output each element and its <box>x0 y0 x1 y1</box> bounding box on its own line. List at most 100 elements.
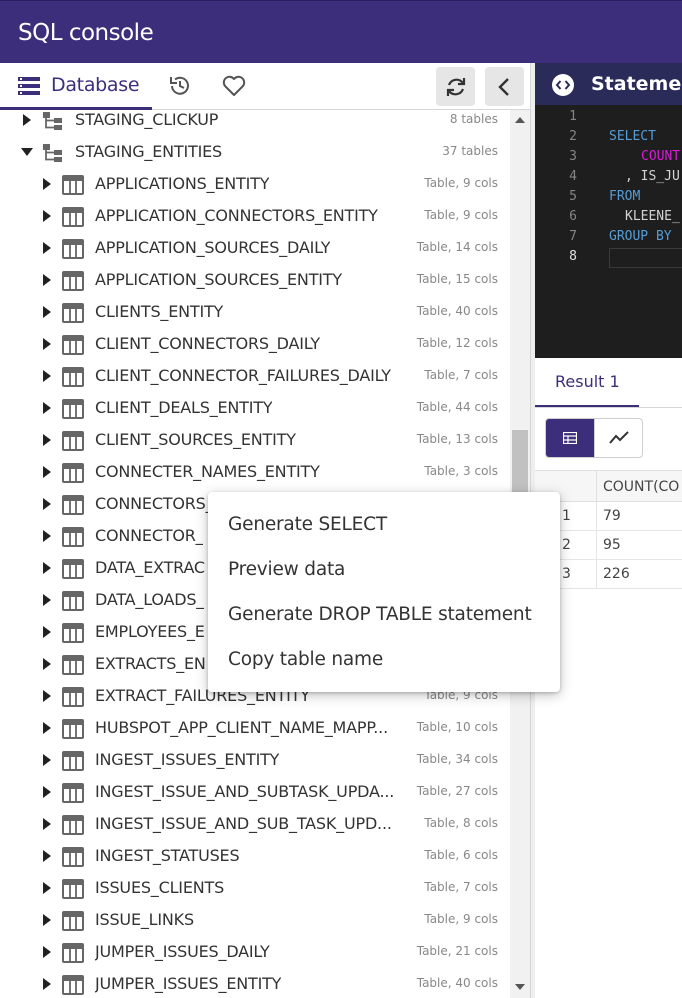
tab-database[interactable]: Database <box>0 63 152 110</box>
tree-item-name: JUMPER_ISSUES_DAILY <box>95 942 270 961</box>
table-icon <box>62 271 84 291</box>
tree-item-name: STAGING_ENTITIES <box>75 142 222 161</box>
expand-right-icon[interactable] <box>40 913 54 927</box>
tree-item-name: DATA_EXTRAC <box>95 558 205 577</box>
tree-table-row[interactable]: CLIENT_DEALS_ENTITY Table, 44 cols <box>0 392 510 424</box>
tree-table-row[interactable]: CLIENT_CONNECTORS_DAILY Table, 12 cols <box>0 328 510 360</box>
tree-table-row[interactable]: INGEST_ISSUE_AND_SUB_TASK_UPD... Table, 8… <box>0 808 510 840</box>
tree-table-row[interactable]: INGEST_ISSUES_ENTITY Table, 34 cols <box>0 744 510 776</box>
line-number: 8 <box>569 249 577 264</box>
expand-right-icon[interactable] <box>40 273 54 287</box>
scroll-down-icon[interactable] <box>515 983 525 991</box>
expand-right-icon[interactable] <box>40 209 54 223</box>
menu-item-preview-data[interactable]: Preview data <box>208 547 560 592</box>
tree-table-row[interactable]: ISSUES_CLIENTS Table, 7 cols <box>0 872 510 904</box>
tree-table-row[interactable]: HUBSPOT_APP_CLIENT_NAME_MAPP... Table, 10… <box>0 712 510 744</box>
expand-right-icon[interactable] <box>40 305 54 319</box>
expand-right-icon[interactable] <box>40 945 54 959</box>
menu-item-copy-name[interactable]: Copy table name <box>208 637 560 682</box>
tree-item-name: CLIENT_SOURCES_ENTITY <box>95 430 296 449</box>
expand-right-icon[interactable] <box>20 113 34 127</box>
tree-table-row[interactable]: CONNECTER_NAMES_ENTITY Table, 3 cols <box>0 456 510 488</box>
line-number: 2 <box>569 129 577 144</box>
expand-right-icon[interactable] <box>40 753 54 767</box>
expand-right-icon[interactable] <box>40 593 54 607</box>
code-line-3: COUNT <box>641 149 681 164</box>
tree-table-row[interactable]: INGEST_STATUSES Table, 6 cols <box>0 840 510 872</box>
history-icon[interactable] <box>167 73 193 99</box>
menu-item-generate-drop[interactable]: Generate DROP TABLE statement <box>208 592 560 637</box>
expand-right-icon[interactable] <box>40 849 54 863</box>
line-number-gutter: 1 2 3 4 5 6 7 8 <box>535 105 585 358</box>
tab-result-1[interactable]: Result 1 <box>535 358 639 407</box>
tree-table-row[interactable]: CLIENTS_ENTITY Table, 40 cols <box>0 296 510 328</box>
expand-right-icon[interactable] <box>40 177 54 191</box>
expand-right-icon[interactable] <box>40 241 54 255</box>
result-tabs: Result 1 <box>535 358 682 408</box>
tree-table-row[interactable]: JUMPER_ISSUES_ENTITY Table, 40 cols <box>0 968 510 998</box>
table-icon <box>62 495 84 515</box>
schema-icon <box>43 112 62 130</box>
tree-table-row[interactable]: CLIENT_SOURCES_ENTITY Table, 13 cols <box>0 424 510 456</box>
tree-item-meta: Table, 40 cols <box>416 976 498 990</box>
menu-item-generate-select[interactable]: Generate SELECT <box>208 502 560 547</box>
tree-table-row[interactable]: JUMPER_ISSUES_DAILY Table, 21 cols <box>0 936 510 968</box>
app-title: SQL console <box>18 20 154 46</box>
expand-right-icon[interactable] <box>40 497 54 511</box>
expand-right-icon[interactable] <box>40 689 54 703</box>
tree-table-row[interactable]: INGEST_ISSUE_AND_SUBTASK_UPDA... Table, 2… <box>0 776 510 808</box>
sql-editor[interactable]: 1 2 3 4 5 6 7 8 SELECT COUNT , IS_JU FROM KLEEN… <box>535 105 682 358</box>
statement-tab[interactable]: Statement <box>535 63 682 105</box>
expand-right-icon[interactable] <box>40 625 54 639</box>
code-line-4: , IS_JU <box>625 169 680 184</box>
expand-right-icon[interactable] <box>40 817 54 831</box>
tree-table-row[interactable]: APPLICATION_CONNECTORS_ENTITY Table, 9 co… <box>0 200 510 232</box>
tree-table-row[interactable]: APPLICATIONS_ENTITY Table, 9 cols <box>0 168 510 200</box>
tree-table-row[interactable]: APPLICATION_SOURCES_ENTITY Table, 15 cols <box>0 264 510 296</box>
menu-item-label: Generate DROP TABLE statement <box>228 604 532 625</box>
chart-view-button[interactable] <box>594 419 642 457</box>
table-view-button[interactable] <box>546 419 594 457</box>
expand-right-icon[interactable] <box>40 465 54 479</box>
tree-item-meta: Table, 12 cols <box>416 336 498 350</box>
tree-table-row[interactable]: CLIENT_CONNECTOR_FAILURES_DAILY Table, 7 … <box>0 360 510 392</box>
expand-right-icon[interactable] <box>40 977 54 991</box>
column-header[interactable]: COUNT(CO <box>603 479 679 495</box>
expand-right-icon[interactable] <box>40 561 54 575</box>
expand-right-icon[interactable] <box>40 433 54 447</box>
expand-right-icon[interactable] <box>40 369 54 383</box>
tree-table-row[interactable]: ISSUE_LINKS Table, 9 cols <box>0 904 510 936</box>
expand-right-icon[interactable] <box>40 529 54 543</box>
table-icon <box>62 367 84 387</box>
tree-item-meta: Table, 44 cols <box>416 400 498 414</box>
database-icon <box>18 77 40 95</box>
expand-right-icon[interactable] <box>40 401 54 415</box>
expand-down-icon[interactable] <box>20 145 34 159</box>
tree-item-name: EMPLOYEES_E <box>95 622 205 641</box>
expand-right-icon[interactable] <box>40 881 54 895</box>
cell-value: 79 <box>603 508 621 524</box>
code-line-6: KLEENE_ <box>625 209 680 224</box>
expand-right-icon[interactable] <box>40 785 54 799</box>
tree-item-name: INGEST_ISSUES_ENTITY <box>95 750 280 769</box>
collapse-panel-button[interactable] <box>485 67 524 106</box>
table-icon <box>62 687 84 707</box>
tree-item-meta: Table, 3 cols <box>424 464 498 478</box>
tree-item-meta: Table, 14 cols <box>416 240 498 254</box>
scroll-up-icon[interactable] <box>515 116 525 124</box>
table-icon <box>62 751 84 771</box>
tree-table-row[interactable]: APPLICATION_SOURCES_DAILY Table, 14 cols <box>0 232 510 264</box>
table-icon <box>62 175 84 195</box>
heart-icon[interactable] <box>221 73 247 99</box>
expand-right-icon[interactable] <box>40 657 54 671</box>
refresh-button[interactable] <box>436 67 475 106</box>
expand-right-icon[interactable] <box>40 721 54 735</box>
table-icon <box>62 207 84 227</box>
expand-right-icon[interactable] <box>40 337 54 351</box>
tree-item-name: CLIENT_CONNECTOR_FAILURES_DAILY <box>95 366 391 385</box>
tree-item-meta: Table, 34 cols <box>416 752 498 766</box>
tree-schema-row[interactable]: STAGING_ENTITIES 37 tables <box>0 136 510 168</box>
current-line-highlight <box>609 248 682 268</box>
tree-schema-row[interactable]: STAGING_CLICKUP 8 tables <box>0 110 510 136</box>
line-number: 1 <box>569 109 577 124</box>
